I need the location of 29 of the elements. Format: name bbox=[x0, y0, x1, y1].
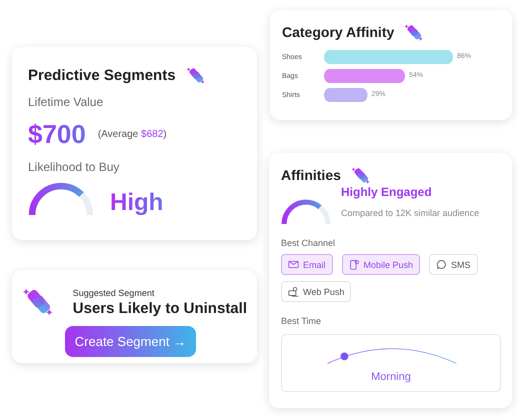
sparkle-icon bbox=[350, 165, 371, 185]
phone-icon bbox=[348, 259, 360, 270]
channel-chip[interactable]: SMS bbox=[429, 254, 478, 275]
section-label: Best Time bbox=[281, 316, 322, 326]
field-label: Lifetime Value bbox=[28, 95, 104, 109]
engagement-status: Highly Engaged bbox=[341, 185, 433, 199]
chat-bubble-icon bbox=[436, 259, 448, 270]
card-title: Predictive Segments bbox=[28, 66, 176, 84]
comparison-text: Compared to 12K similar audience bbox=[341, 208, 480, 218]
likelihood-value: High bbox=[110, 191, 164, 215]
card-title: Category Affinity bbox=[282, 24, 394, 40]
segment-title: Users Likely to Uninstall bbox=[72, 300, 247, 317]
gauge bbox=[281, 199, 331, 224]
average-text: (Average $682) bbox=[98, 129, 167, 140]
card-title: Affinities bbox=[281, 167, 341, 183]
sparkle-icon bbox=[404, 22, 424, 42]
section-label: Best Channel bbox=[281, 238, 336, 248]
gauge bbox=[28, 182, 94, 215]
caption: Suggested Segment bbox=[72, 288, 156, 298]
envelope-icon bbox=[288, 259, 299, 270]
field-label: Likelihood to Buy bbox=[28, 160, 120, 174]
channel-chip[interactable]: Mobile Push bbox=[342, 254, 420, 275]
person-screen-icon bbox=[288, 286, 299, 297]
channel-chip[interactable]: Web Push bbox=[281, 281, 352, 302]
sparkle-icon bbox=[186, 65, 206, 85]
bar bbox=[324, 88, 368, 102]
time-value: Morning bbox=[370, 371, 412, 383]
create-segment-button[interactable]: Create Segment → bbox=[64, 326, 196, 357]
channel-chip[interactable]: Email bbox=[281, 254, 333, 275]
